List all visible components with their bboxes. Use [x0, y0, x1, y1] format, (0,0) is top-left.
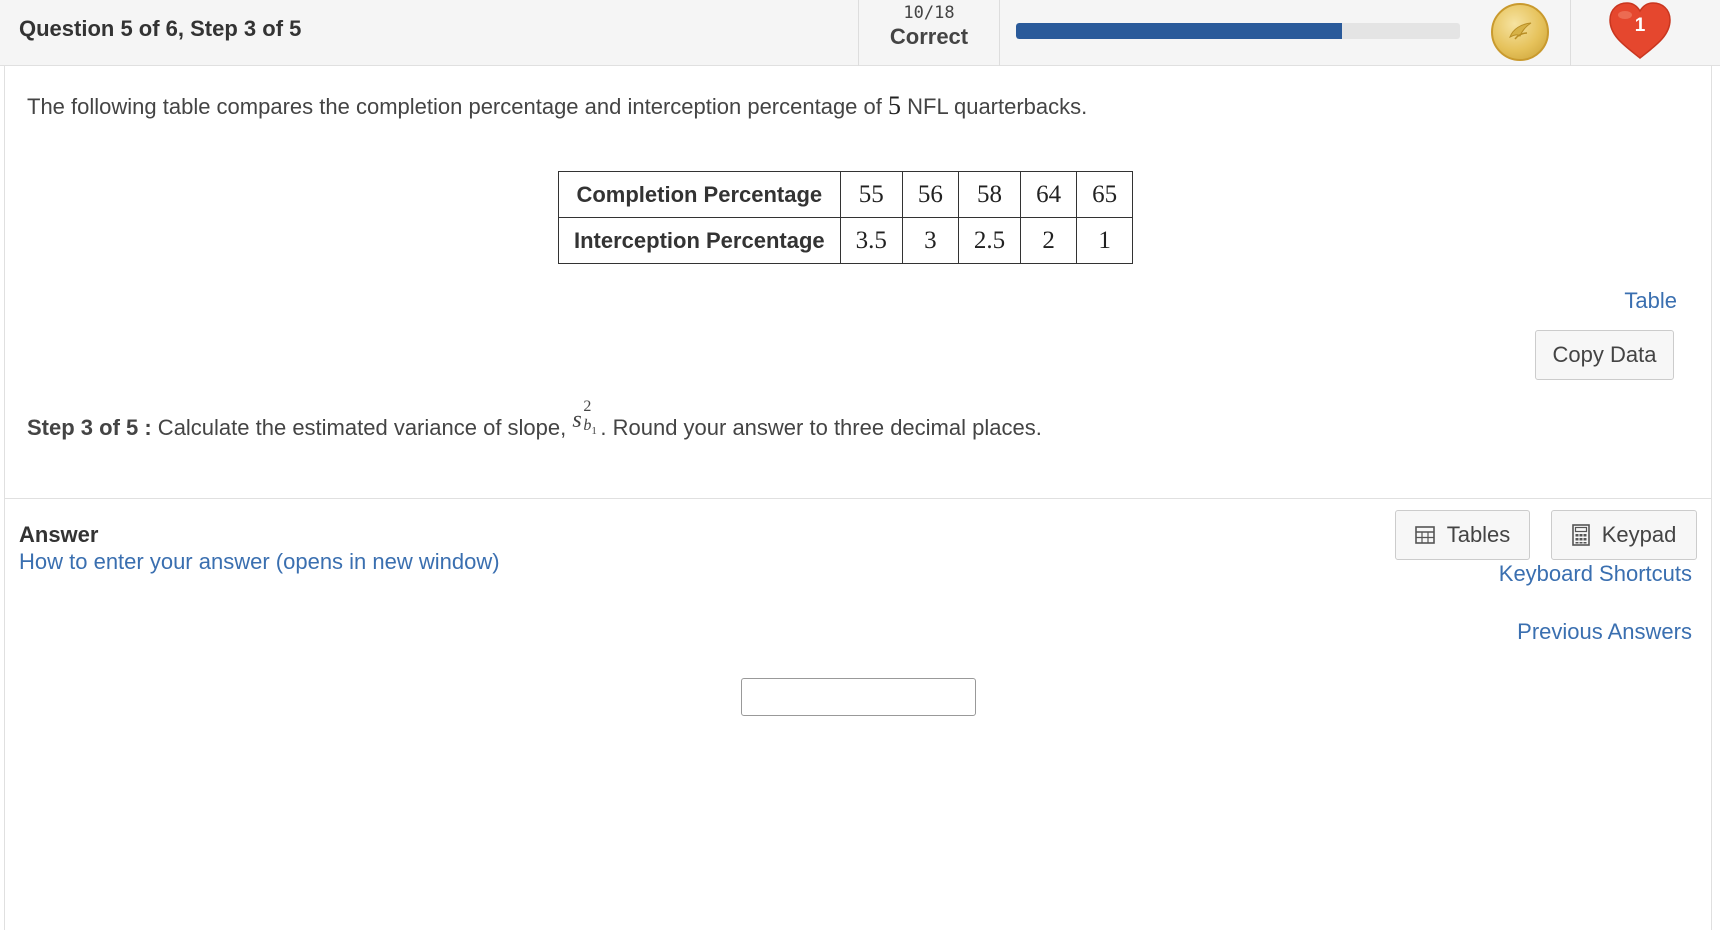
step-text-after: . Round your answer to three decimal pla…	[600, 415, 1042, 440]
table-cell: 55	[839, 171, 903, 218]
heart-icon: 1	[1605, 0, 1675, 62]
how-to-enter-answer-link[interactable]: How to enter your answer (opens in new w…	[19, 549, 500, 575]
slope-variance-symbol: s2 b1	[572, 398, 600, 437]
score-fraction: 10/18	[903, 3, 955, 23]
table-cell: 64	[1020, 171, 1078, 218]
math-s: s	[572, 407, 582, 433]
math-subscript: b	[583, 417, 592, 434]
tables-button-label: Tables	[1446, 522, 1511, 547]
prompt-text-after: NFL quarterbacks.	[901, 94, 1088, 119]
tables-button[interactable]: Tables	[1395, 510, 1530, 560]
table-cell: 56	[901, 171, 959, 218]
table-row-header: Interception Percentage	[558, 217, 841, 264]
table-cell: 58	[957, 171, 1022, 218]
keypad-button-label: Keypad	[1601, 522, 1677, 547]
progress-bar-fill	[1016, 23, 1342, 39]
lives-count: 1	[1634, 15, 1646, 36]
previous-answers-link[interactable]: Previous Answers	[1517, 619, 1692, 645]
header-divider	[1570, 0, 1571, 66]
keyboard-shortcuts-link[interactable]: Keyboard Shortcuts	[1499, 561, 1692, 587]
progress-bar	[1016, 23, 1460, 39]
question-panel: The following table compares the complet…	[4, 66, 1712, 930]
math-subscript-index: 1	[591, 425, 597, 437]
step-instruction: Step 3 of 5 : Calculate the estimated va…	[27, 398, 1042, 441]
table-cell: 3.5	[839, 217, 903, 264]
table-cell: 1	[1076, 217, 1134, 264]
math-superscript: 2	[583, 398, 592, 415]
table-cell: 2	[1020, 217, 1078, 264]
prompt-text-before: The following table compares the complet…	[27, 94, 888, 119]
score-box: 10/18 Correct	[858, 0, 1000, 66]
gold-coin-icon	[1491, 3, 1549, 61]
section-divider	[5, 498, 1711, 499]
table-row-header: Completion Percentage	[558, 171, 841, 218]
table-cell: 3	[901, 217, 959, 264]
answer-input[interactable]	[741, 678, 976, 716]
table-row: Completion Percentage 55 56 58 64 65	[558, 171, 1134, 218]
data-table: Completion Percentage 55 56 58 64 65 Intercept…	[558, 171, 1134, 264]
table-row: Interception Percentage 3.5 3 2.5 2 1	[558, 217, 1134, 264]
question-header: Question 5 of 6, Step 3 of 5 10/18 Corre…	[0, 0, 1720, 66]
step-text-before: Calculate the estimated variance of slop…	[151, 415, 573, 440]
copy-data-button[interactable]: Copy Data	[1535, 330, 1674, 380]
step-label: Step 3 of 5 :	[27, 415, 152, 440]
table-grid-icon	[1414, 526, 1435, 544]
calculator-icon	[1571, 524, 1590, 546]
answer-title: Answer	[19, 522, 99, 547]
table-link[interactable]: Table	[1624, 288, 1677, 314]
question-prompt: The following table compares the complet…	[27, 91, 1087, 121]
table-cell: 2.5	[957, 217, 1022, 264]
keypad-button[interactable]: Keypad	[1551, 510, 1697, 560]
score-label: Correct	[889, 24, 969, 49]
prompt-number: 5	[888, 91, 901, 120]
table-cell: 65	[1076, 171, 1134, 218]
question-title: Question 5 of 6, Step 3 of 5	[19, 16, 302, 41]
